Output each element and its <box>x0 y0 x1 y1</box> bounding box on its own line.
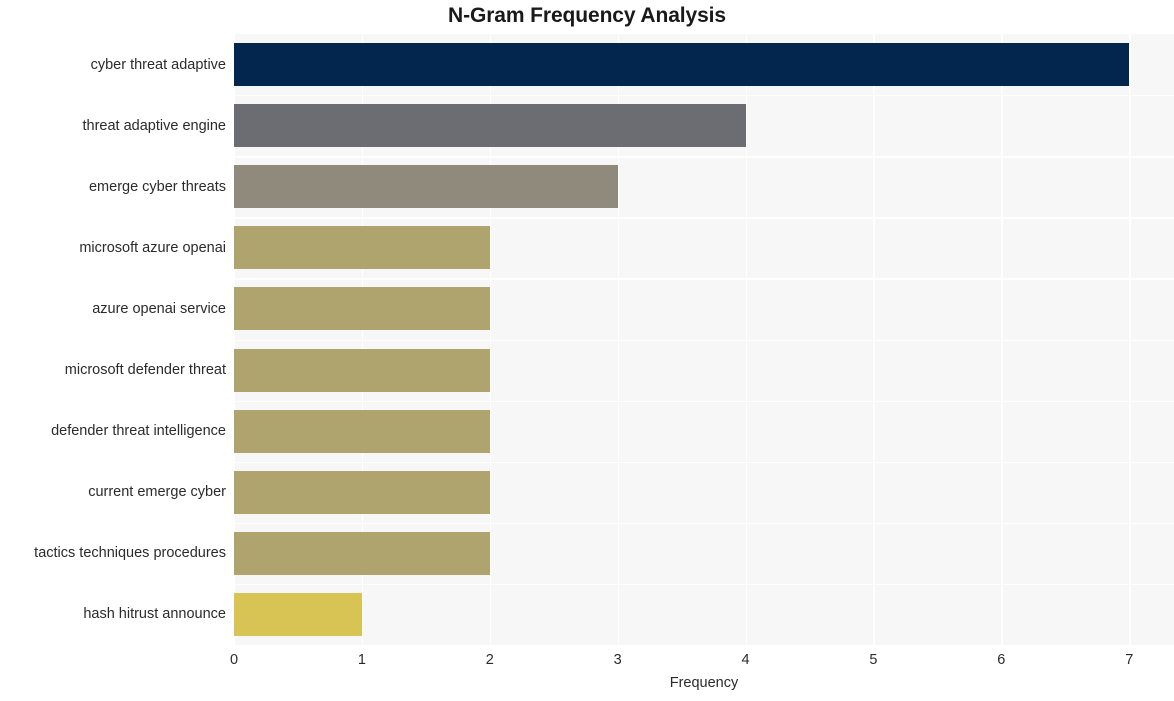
chart-figure: N-Gram Frequency Analysis cyber threat a… <box>0 0 1174 701</box>
y-axis-tick-label: microsoft azure openai <box>79 239 226 256</box>
y-axis-tick-label: hash hitrust announce <box>83 606 226 623</box>
bar[interactable] <box>234 531 490 575</box>
y-axis-tick-label: microsoft defender threat <box>64 362 226 379</box>
bar[interactable] <box>234 409 490 453</box>
y-axis-tick-label: threat adaptive engine <box>82 117 227 134</box>
x-axis-tick-label: 1 <box>357 652 366 668</box>
gridline-y-6 <box>234 400 1174 402</box>
bar[interactable] <box>234 287 490 331</box>
bar[interactable] <box>234 226 490 270</box>
bar[interactable] <box>234 43 1130 87</box>
gridline-y-2 <box>234 156 1174 158</box>
x-axis-tick-label: 5 <box>869 652 878 668</box>
y-axis-tick-label: tactics techniques procedures <box>34 545 226 562</box>
bar[interactable] <box>234 104 746 148</box>
x-axis-tick-label: 2 <box>485 652 494 668</box>
x-axis-tick-label: 7 <box>1125 652 1134 668</box>
gridline-y-8 <box>234 522 1174 525</box>
gridline-y-3 <box>234 217 1174 219</box>
y-axis-tick-label: azure openai service <box>92 300 226 317</box>
gridline-y-4 <box>234 278 1174 280</box>
gridline-y-9 <box>234 583 1174 586</box>
bar[interactable] <box>234 348 490 392</box>
bar[interactable] <box>234 165 618 209</box>
x-axis-tick-label: 6 <box>997 652 1006 668</box>
gridline-y-1 <box>234 95 1174 97</box>
y-axis-tick-label: cyber threat adaptive <box>90 56 226 73</box>
y-axis-tick-label: defender threat intelligence <box>51 423 226 440</box>
x-axis-tick-label: 4 <box>741 652 750 668</box>
plot-area <box>234 34 1174 645</box>
page-title: N-Gram Frequency Analysis <box>448 4 726 27</box>
x-axis-tick-label: 0 <box>229 652 239 668</box>
bar[interactable] <box>234 470 490 514</box>
y-axis-tick-label: current emerge cyber <box>88 484 226 501</box>
x-axis-label: Frequency <box>669 675 739 691</box>
x-axis-tick-label: 3 <box>613 652 622 668</box>
y-axis-tick-label: emerge cyber threats <box>88 178 226 195</box>
gridline-y-5 <box>234 339 1174 341</box>
gridline-y-7 <box>234 461 1174 464</box>
bar[interactable] <box>234 592 362 636</box>
